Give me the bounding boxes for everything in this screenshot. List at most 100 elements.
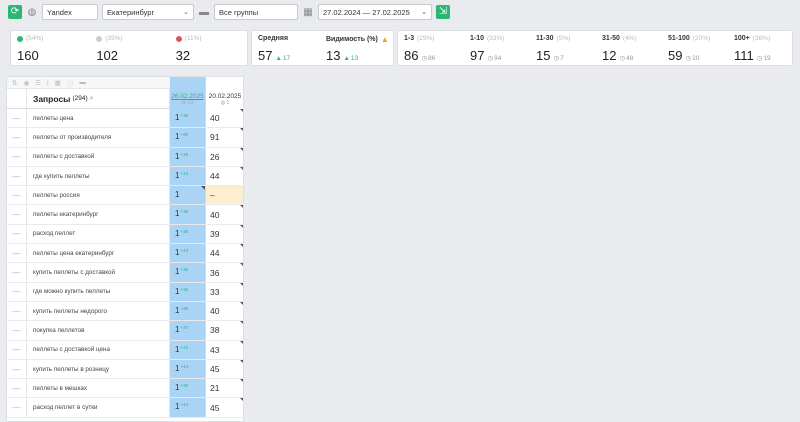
- row-menu-icon[interactable]: —: [7, 147, 27, 166]
- note-corner-icon: [240, 263, 243, 268]
- note-corner-icon: [240, 340, 243, 345]
- search-icon: ⌕: [89, 94, 94, 102]
- date-range-select[interactable]: 27.02.2024 — 27.02.2025 ⌄: [318, 4, 432, 20]
- search-engine-select[interactable]: Yandex: [42, 4, 98, 20]
- region-select[interactable]: Екатеринбург ⌄: [102, 4, 194, 20]
- position-cell-current: 1 +25: [170, 147, 206, 166]
- table-row[interactable]: — пеллеты цена 1 +39 40: [7, 109, 243, 129]
- table-row[interactable]: — пеллеты от производителя 1 +90 91: [7, 128, 243, 148]
- position-cell-previous: 33: [206, 282, 243, 301]
- query-cell[interactable]: пеллеты с доставкой цена: [27, 340, 170, 359]
- table-row[interactable]: — купить пеллеты с доставкой 1 +35 36: [7, 263, 243, 283]
- date-range-value: 27.02.2024 — 27.02.2025: [323, 7, 410, 17]
- range-1-3[interactable]: 1-3 (29%) 86 ◷ 86: [398, 31, 464, 65]
- note-corner-icon: [240, 379, 243, 384]
- position-cell-previous: –: [206, 186, 243, 205]
- warning-icon: ▲: [380, 35, 389, 44]
- stat-average[interactable]: Средняя 57 ▲ 17: [252, 31, 320, 65]
- row-menu-icon[interactable]: —: [7, 263, 27, 282]
- position-cell-current: 1 +37: [170, 321, 206, 340]
- note-corner-icon: [240, 205, 243, 210]
- refresh-icon: ⟳: [10, 6, 20, 17]
- table-row[interactable]: — купить пеллеты недорого 1 +39 40: [7, 301, 243, 322]
- query-cell[interactable]: расход пеллет в сутки: [27, 398, 170, 417]
- table-row[interactable]: — пеллеты цена екатеринбург 1 +43 44: [7, 244, 243, 264]
- date-column-2[interactable]: 20.02.2025 ◍ 1: [206, 77, 243, 109]
- row-menu-icon[interactable]: —: [7, 301, 27, 321]
- table-row[interactable]: — расход пеллет в сутки 1 +44 45: [7, 398, 243, 418]
- row-menu-icon[interactable]: —: [7, 186, 27, 205]
- table-row[interactable]: — пеллеты в мешках 1 +20 21: [7, 379, 243, 399]
- table-row[interactable]: — купить пеллеты в розницу 1 +44 45: [7, 359, 243, 380]
- eye-icon[interactable]: ◉: [23, 79, 29, 87]
- group-select[interactable]: Все группы: [214, 4, 298, 20]
- query-cell[interactable]: пеллеты екатеринбург: [27, 205, 170, 224]
- range-1-10[interactable]: 1-10 (33%) 97 ◷ 94: [464, 31, 530, 65]
- table-row[interactable]: — пеллеты с доставкой цена 1 +42 43: [7, 340, 243, 360]
- query-cell[interactable]: расход пеллет: [27, 224, 170, 244]
- query-cell[interactable]: пеллеты цена: [27, 109, 170, 128]
- query-cell[interactable]: покупка пеллетов: [27, 321, 170, 340]
- stat-up[interactable]: (54%) 160: [11, 31, 90, 65]
- sort-icon[interactable]: ⇅: [12, 79, 17, 87]
- row-menu-icon[interactable]: —: [7, 224, 27, 244]
- row-menu-icon[interactable]: —: [7, 166, 27, 186]
- export-button[interactable]: ⇲: [436, 5, 450, 19]
- query-cell[interactable]: где купить пеллеты: [27, 166, 170, 186]
- note-corner-icon: [201, 186, 205, 191]
- table-row[interactable]: — где купить пеллеты 1 +43 44: [7, 166, 243, 187]
- position-cell-previous: 44: [206, 244, 243, 262]
- row-menu-icon[interactable]: —: [7, 128, 27, 147]
- position-cell-previous: 39: [206, 224, 243, 243]
- table-row[interactable]: — покупка пеллетов 1 +37 38: [7, 321, 243, 341]
- query-cell[interactable]: купить пеллеты недорого: [27, 301, 170, 321]
- range-11-30[interactable]: 11-30 (5%) 15 ◷ 7: [530, 31, 596, 65]
- row-menu-icon[interactable]: —: [7, 359, 27, 379]
- row-menu-icon[interactable]: —: [7, 321, 27, 340]
- position-ranges-card: 1-3 (29%) 86 ◷ 86 1-10 (33%) 97 ◷ 94 11-30 (5%)…: [397, 30, 793, 66]
- row-menu-icon[interactable]: —: [7, 398, 27, 417]
- stat-visibility[interactable]: Видимость (%) ▲ 13 ▲ 13: [320, 31, 393, 65]
- refresh-button[interactable]: ⟳: [8, 5, 22, 19]
- query-cell[interactable]: купить пеллеты с доставкой: [27, 263, 170, 282]
- range-31-50[interactable]: 31-50 (4%) 12 ◷ 48: [596, 31, 662, 65]
- chevron-down-icon: ⌄: [421, 9, 427, 16]
- table-row[interactable]: — пеллеты россия 1–: [7, 186, 243, 206]
- info-icon[interactable]: ⓘ: [67, 78, 74, 88]
- position-cell-previous: 91: [206, 128, 243, 146]
- list-icon[interactable]: ☰: [35, 79, 41, 87]
- position-cell-previous: 26: [206, 147, 243, 166]
- query-cell[interactable]: пеллеты с доставкой: [27, 147, 170, 166]
- stat-down[interactable]: (11%) 32: [170, 31, 247, 65]
- row-menu-icon[interactable]: —: [7, 205, 27, 224]
- table-row[interactable]: — где можно купить пеллеты 1 +32 33: [7, 282, 243, 302]
- date-column-1[interactable]: 26.02.2025 ◍ 13: [170, 77, 206, 109]
- row-menu-icon[interactable]: —: [7, 282, 27, 301]
- table-row[interactable]: — пеллеты екатеринбург 1 +39 40: [7, 205, 243, 225]
- query-cell[interactable]: пеллеты в мешках: [27, 379, 170, 398]
- arrow-up-icon: ▲: [275, 55, 282, 62]
- query-cell[interactable]: где можно купить пеллеты: [27, 282, 170, 301]
- row-menu-icon[interactable]: —: [7, 379, 27, 398]
- bar-icon[interactable]: |: [47, 79, 49, 86]
- row-menu-icon[interactable]: —: [7, 340, 27, 359]
- row-menu-icon[interactable]: —: [7, 244, 27, 263]
- range-51-100[interactable]: 51-100 (20%) 59 ◷ 20: [662, 31, 728, 65]
- grid-icon[interactable]: ▦: [55, 79, 61, 87]
- query-cell[interactable]: пеллеты от производителя: [27, 128, 170, 147]
- table-row[interactable]: — расход пеллет 1 +38 39: [7, 224, 243, 245]
- table-tools: ⇅ ◉ ☰ | ▦ ⓘ ▬: [7, 77, 170, 89]
- query-cell[interactable]: пеллеты цена екатеринбург: [27, 244, 170, 263]
- table-header: Запросы (294) ⌕ 26.02.2025 ◍ 13 20.02.202…: [7, 77, 243, 109]
- query-cell[interactable]: купить пеллеты в розницу: [27, 359, 170, 379]
- folder-icon[interactable]: ▬: [79, 79, 86, 86]
- stat-same[interactable]: (35%) 102: [90, 31, 169, 65]
- queries-header[interactable]: Запросы (294) ⌕: [27, 89, 170, 108]
- position-cell-current: 1 +32: [170, 282, 206, 301]
- range-100-plus[interactable]: 100+ (38%) 111 ◷ 19: [728, 31, 792, 65]
- position-cell-previous: 21: [206, 379, 243, 397]
- table-row[interactable]: — пеллеты с доставкой 1 +25 26: [7, 147, 243, 167]
- row-menu-icon[interactable]: —: [7, 109, 27, 128]
- query-cell[interactable]: пеллеты россия: [27, 186, 170, 205]
- position-cell-current: 1 +39: [170, 109, 206, 128]
